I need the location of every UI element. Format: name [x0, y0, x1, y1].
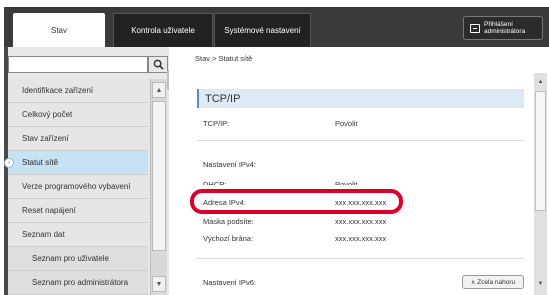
scroll-up-icon[interactable]: ▲	[535, 75, 546, 89]
chevron-right-icon: ›	[4, 158, 14, 168]
sidebar-item-label: Statut sítě	[22, 158, 59, 167]
gateway-label: Výchozí brána:	[203, 234, 254, 243]
sidebar-item-power-reset[interactable]: Reset napájení	[8, 199, 148, 223]
scroll-down-icon[interactable]: ▼	[535, 277, 546, 291]
highlight-outline	[190, 189, 403, 214]
gateway-value: xxx.xxx.xxx.xxx	[335, 234, 387, 243]
tab-status[interactable]: Stav	[13, 13, 105, 47]
tcpip-value: Povolit	[335, 119, 358, 128]
scrollbar-thumb[interactable]	[152, 101, 166, 251]
main-scrollbar[interactable]: ▲ ▼	[534, 73, 547, 295]
sidebar-item-admin-list[interactable]: Seznam pro administrátora	[8, 271, 148, 295]
sidebar-item-total-count[interactable]: Celkový počet	[8, 103, 148, 127]
back-to-top-label: Zcela nahoru	[477, 278, 516, 286]
sidebar-scrollbar[interactable]: ▲ ▼	[150, 79, 167, 295]
search-button[interactable]	[148, 56, 168, 73]
section-title: TCP/IP	[197, 89, 524, 108]
ipv6-heading: Nastavení IPv6:	[203, 278, 256, 287]
scroll-down-icon[interactable]: ▼	[152, 276, 166, 292]
login-icon	[470, 23, 480, 33]
tcpip-label: TCP/IP:	[203, 119, 230, 128]
tab-system-settings[interactable]: Systémové nastavení	[214, 13, 311, 47]
sidebar-item-network-status[interactable]: › Statut sítě	[4, 151, 148, 175]
ipv4-heading: Nastavení IPv4:	[203, 160, 256, 169]
sidebar-item-device-status[interactable]: Stav zařízení	[8, 127, 148, 151]
admin-login-label: Přihlášení administrátora	[484, 21, 525, 35]
search-input[interactable]	[8, 56, 148, 73]
search-icon	[153, 59, 164, 70]
admin-login-line2: administrátora	[484, 28, 526, 35]
sidebar-item-user-list[interactable]: Seznam pro uživatele	[8, 247, 148, 271]
breadcrumb: Stav > Statut sítě	[195, 54, 253, 63]
search-box	[8, 56, 168, 73]
sidebar-item-firmware-version[interactable]: Verze programového vybavení	[8, 175, 148, 199]
sidebar-item-data-list[interactable]: Seznam dat	[8, 223, 148, 247]
dhcp-value: Povolit	[335, 180, 358, 185]
sidebar-item-device-identification[interactable]: Identifikace zařízení	[8, 79, 148, 103]
subnet-mask-value: xxx.xxx.xxx.xxx	[335, 217, 387, 226]
tab-user-control[interactable]: Kontrola uživatele	[113, 13, 213, 47]
dhcp-label: DHCP:	[203, 180, 227, 185]
chevron-up-icon: ∧	[470, 279, 476, 286]
divider	[197, 140, 524, 141]
back-to-top-button[interactable]: ∧ Zcela nahoru	[462, 275, 524, 289]
scroll-up-icon[interactable]: ▲	[152, 82, 166, 98]
subnet-mask-label: Maska podsíte:	[203, 217, 254, 226]
divider	[197, 258, 524, 259]
admin-login-line1: Přihlášení	[484, 21, 513, 28]
scrollbar-thumb[interactable]	[535, 91, 546, 211]
admin-login-button[interactable]: Přihlášení administrátora	[463, 16, 543, 40]
sidebar-menu: Identifikace zařízení Celkový počet Stav…	[4, 79, 148, 295]
